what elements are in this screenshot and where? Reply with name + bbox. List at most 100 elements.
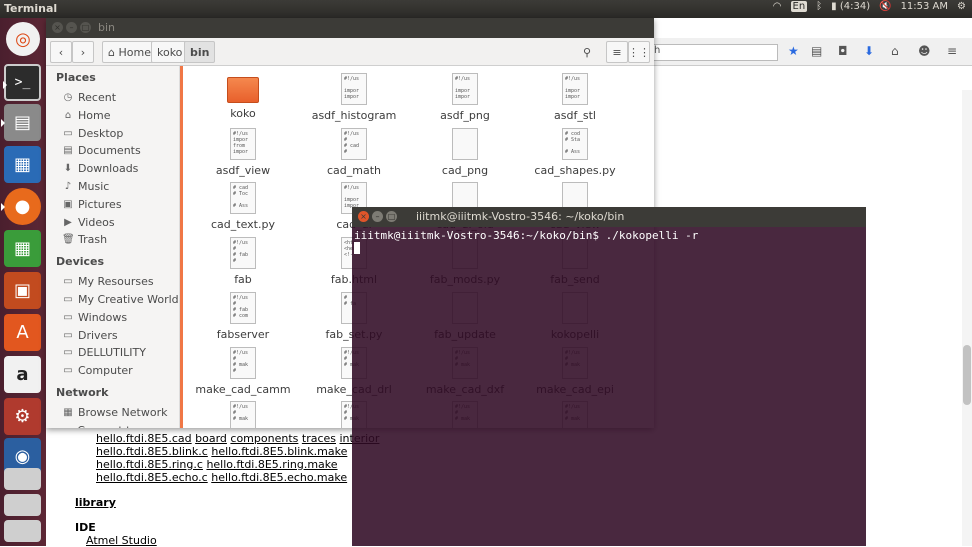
sidebar-item[interactable]: ▤ Documents xyxy=(62,144,140,157)
software-center-icon[interactable]: A xyxy=(4,314,41,351)
sidebar-item[interactable]: ▶ Videos xyxy=(62,216,114,229)
file-item[interactable]: #!/us # # mak # make_cad_camm xyxy=(188,346,298,396)
link-row: hello.ftdi.8E5.cad board components trac… xyxy=(96,432,379,445)
link[interactable]: hello.ftdi.8E5.ring.make xyxy=(206,458,337,471)
folder-icon: ⬇ xyxy=(63,163,73,175)
terminal-titlebar[interactable]: × – □ iiitmk@iiitmk-Vostro-3546: ~/koko/… xyxy=(352,207,866,227)
sidebar-item[interactable]: 🗑 Trash xyxy=(62,233,107,246)
minimize-icon[interactable]: – xyxy=(66,22,77,33)
system-tray: ◠ En ᛒ ▮ (4:34) 🔇 11:53 AM ⚙ xyxy=(773,1,966,12)
back-button[interactable]: ‹ xyxy=(50,41,72,63)
pocket-icon[interactable]: ◘ xyxy=(838,44,848,58)
close-icon[interactable]: × xyxy=(52,22,63,33)
file-item[interactable]: #!/us # # mak xyxy=(188,401,298,428)
link[interactable]: hello.ftdi.8E5.blink.c xyxy=(96,445,208,458)
sidebar-item[interactable]: ♪ Music xyxy=(62,180,110,193)
file-item[interactable]: #!/us # # fab # com fabserver xyxy=(188,291,298,341)
library-link[interactable]: library xyxy=(75,496,116,509)
search-button[interactable]: ⚲ xyxy=(576,41,598,63)
sidebar-item[interactable]: ⬇ Downloads xyxy=(62,162,139,175)
hello-chat-icon[interactable]: ☻ xyxy=(918,44,931,58)
link[interactable]: hello.ftdi.8E5.blink.make xyxy=(211,445,347,458)
minimize-icon[interactable]: – xyxy=(372,211,383,222)
keyboard-layout-indicator[interactable]: En xyxy=(790,1,808,12)
path-bin-button[interactable]: bin xyxy=(184,41,216,63)
ubuntu-dash-icon[interactable]: ◎ xyxy=(6,22,40,56)
firefox-search-field[interactable]: h xyxy=(652,44,778,61)
sidebar-item[interactable]: ◷ Recent xyxy=(62,91,116,104)
reading-list-icon[interactable]: ▤ xyxy=(811,44,822,58)
firefox-launcher-icon[interactable]: ● xyxy=(1,188,41,225)
downloads-icon[interactable]: ⬇ xyxy=(864,44,874,58)
link[interactable]: hello.ftdi.8E5.echo.make xyxy=(211,471,347,484)
sidebar-item[interactable]: ⌂ Home xyxy=(62,109,111,122)
file-item[interactable]: #!/us # # fab # fab xyxy=(188,237,298,286)
path-koko-button[interactable]: koko xyxy=(151,41,189,63)
link[interactable]: traces xyxy=(302,432,336,445)
sidebar-item[interactable]: ▭ Windows xyxy=(62,311,127,324)
battery-indicator[interactable]: ▮ (4:34) xyxy=(831,1,870,12)
terminal-output[interactable]: iiitmk@iiitmk-Vostro-3546:~/koko/bin$ ./… xyxy=(354,229,698,255)
link[interactable]: board xyxy=(195,432,227,445)
link[interactable]: hello.ftdi.8E5.echo.c xyxy=(96,471,208,484)
link[interactable]: components xyxy=(230,432,298,445)
page-scrollbar-track[interactable] xyxy=(962,90,972,546)
sidebar-item[interactable]: ▣ Pictures xyxy=(62,198,121,211)
clock[interactable]: 11:53 AM xyxy=(901,1,948,12)
terminal-launcher-icon[interactable]: >_ xyxy=(3,64,41,101)
workspace-switcher-icon[interactable] xyxy=(4,468,41,490)
drive-icon: ▭ xyxy=(63,329,73,341)
sidebar-item[interactable]: ▭ Desktop xyxy=(62,127,123,140)
script-file-icon: #!/us # # fab # com xyxy=(230,291,256,324)
sidebar-item[interactable]: ▭ Computer xyxy=(62,364,132,377)
file-item[interactable]: koko xyxy=(188,73,298,120)
list-view-button[interactable]: ≡ xyxy=(606,41,628,63)
sidebar-item-label: My Creative World xyxy=(78,293,179,306)
file-item[interactable]: #!/us impor impor asdf_png xyxy=(410,73,520,122)
impress-launcher-icon[interactable]: ▣ xyxy=(4,272,41,309)
atmel-studio-link[interactable]: Atmel Studio xyxy=(86,534,157,547)
file-item[interactable]: # cad # Toc # Ass cad_text.py xyxy=(188,182,298,231)
amazon-launcher-icon[interactable]: a xyxy=(4,356,41,393)
forward-button[interactable]: › xyxy=(72,41,94,63)
link[interactable]: hello.ftdi.8E5.ring.c xyxy=(96,458,203,471)
path-home-button[interactable]: ⌂ Home xyxy=(102,41,157,63)
file-item[interactable]: cad_png xyxy=(410,127,520,177)
wifi-icon[interactable]: ◠ xyxy=(773,1,782,12)
volume-muted-icon[interactable]: 🔇 xyxy=(879,1,891,12)
link[interactable]: hello.ftdi.8E5.cad xyxy=(96,432,192,445)
sidebar-item[interactable]: ▭ My Resourses xyxy=(62,275,153,288)
close-icon[interactable]: × xyxy=(358,211,369,222)
maximize-icon[interactable]: □ xyxy=(80,22,91,33)
path-bin-label: bin xyxy=(190,45,210,59)
file-item[interactable]: #!/us impor from impor asdf_view xyxy=(188,127,298,177)
files-launcher-icon[interactable]: ▤ xyxy=(1,104,41,141)
sidebar-item[interactable]: ▭ My Creative World xyxy=(62,293,179,306)
maximize-icon[interactable]: □ xyxy=(386,211,397,222)
bluetooth-icon[interactable]: ᛒ xyxy=(816,1,822,12)
terminal-window[interactable]: × – □ iiitmk@iiitmk-Vostro-3546: ~/koko/… xyxy=(352,207,866,546)
bookmark-star-icon[interactable]: ★ xyxy=(788,44,799,58)
window-title: bin xyxy=(98,21,116,34)
sidebar-item[interactable]: ▦Connect to Server... xyxy=(62,424,179,428)
grid-view-button[interactable]: ⋮⋮ xyxy=(628,41,650,63)
file-item[interactable]: #!/us impor impor asdf_histogram xyxy=(299,73,409,122)
file-item[interactable]: #!/us # # cad # cad_math xyxy=(299,127,409,177)
home-icon[interactable]: ⌂ xyxy=(891,44,899,58)
calc-launcher-icon[interactable]: ▦ xyxy=(4,230,41,267)
file-item[interactable]: #!/us impor impor asdf_stl xyxy=(520,73,630,122)
trash-launcher-icon[interactable] xyxy=(4,494,41,516)
file-name: cad_text.py xyxy=(211,218,275,232)
writer-launcher-icon[interactable]: ▦ xyxy=(4,146,41,183)
sidebar-item[interactable]: ▭ DELLUTILITY xyxy=(62,346,146,359)
menu-hamburger-icon[interactable]: ≡ xyxy=(947,44,957,58)
settings-gear-icon[interactable]: ⚙ xyxy=(957,1,966,12)
page-scrollbar-thumb[interactable] xyxy=(963,345,971,405)
system-settings-icon[interactable]: ⚙ xyxy=(4,398,41,435)
file-item[interactable]: # cod # Sta # Ass cad_shapes.py xyxy=(520,127,630,177)
chevron-left-icon: ‹ xyxy=(58,45,64,59)
sidebar-item[interactable]: ▦ Browse Network xyxy=(62,406,167,419)
sidebar-item[interactable]: ▭ Drivers xyxy=(62,329,117,342)
files-titlebar[interactable]: × – □ bin xyxy=(46,18,654,38)
drive-launcher-icon[interactable] xyxy=(4,520,41,542)
